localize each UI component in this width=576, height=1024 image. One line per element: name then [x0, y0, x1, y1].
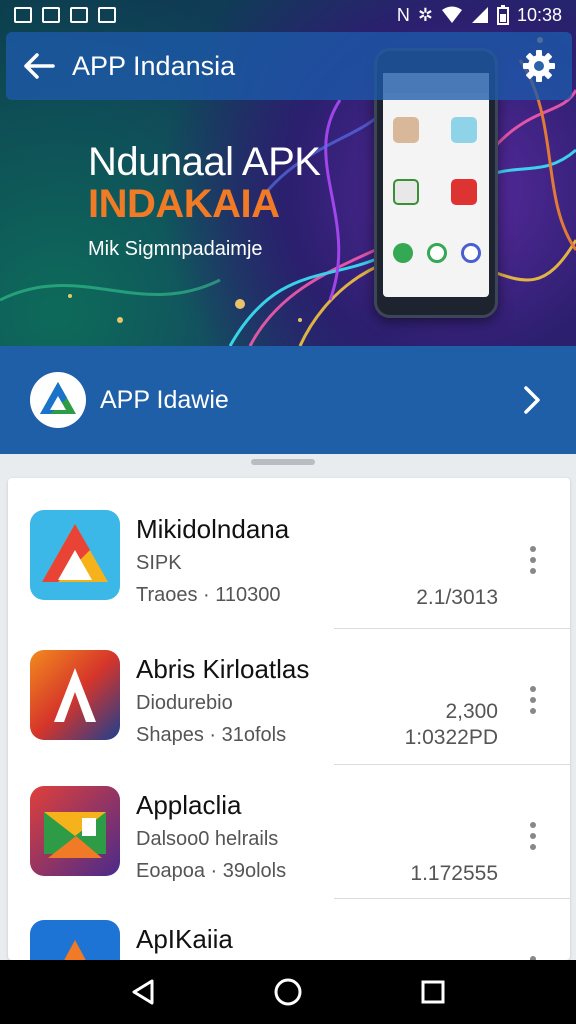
list-item[interactable]: Applaclia Dalsoo0 helrails Eoapoa · 39ol…	[8, 754, 570, 890]
app-name: Applaclia	[136, 790, 242, 820]
wifi-icon	[441, 6, 462, 23]
battery-icon	[496, 5, 509, 25]
app-bar: APP Indansia	[6, 32, 572, 100]
app-list: Mikidolndana SIPK Traoes · 110300 2.1/30…	[8, 478, 570, 960]
app-name: Abris Kirloatlas	[136, 654, 310, 684]
app-value-secondary: 1:0322PD	[404, 726, 498, 749]
list-item[interactable]: Abris Kirloatlas Diodurebio Shapes · 31o…	[8, 618, 570, 754]
phone-screen	[383, 73, 489, 297]
status-bar: N ✲ 10:38	[0, 0, 576, 30]
nav-back-icon	[132, 979, 154, 1005]
chevron-right-icon	[524, 386, 540, 414]
hero-title-line2: INDAKAIA	[88, 182, 280, 226]
app-meta: Traoes · 110300	[136, 584, 281, 606]
nav-home-button[interactable]	[258, 962, 318, 1022]
more-options-button[interactable]	[518, 542, 548, 578]
image-notification-icon	[14, 7, 32, 23]
hero-subtitle: Mik Sigmnpadaimje	[88, 238, 263, 260]
app-icon	[30, 786, 120, 876]
app-icon	[30, 650, 120, 740]
app-value: 1.172555	[410, 862, 498, 885]
list-item[interactable]: Mikidolndana SIPK Traoes · 110300 2.1/30…	[8, 478, 570, 614]
app-value-primary: 2,300	[445, 700, 498, 723]
nav-recents-button[interactable]	[403, 962, 463, 1022]
nav-home-icon	[274, 978, 302, 1006]
featured-app-banner[interactable]: APP Idawie	[0, 346, 576, 454]
image-notification-icon	[42, 7, 60, 23]
app-name: Mikidolndana	[136, 514, 290, 544]
featured-app-open-button[interactable]	[502, 370, 562, 430]
page-title: APP Indansia	[72, 50, 236, 81]
system-navigation-bar	[0, 960, 576, 1024]
list-item[interactable]: ApIKaiia	[8, 888, 570, 960]
hero-title-line1: Ndunaal APK	[88, 140, 321, 184]
more-options-button[interactable]	[518, 952, 548, 960]
app-subtitle: Dalsoo0 helrails	[136, 828, 279, 850]
triangle-app-icon	[30, 920, 120, 960]
arrow-left-icon	[24, 53, 55, 79]
app-icon	[30, 510, 120, 600]
featured-app-logo	[30, 372, 86, 428]
featured-app-label: APP Idawie	[100, 385, 229, 414]
hero-banner: N ✲ 10:38 Ndunaal APK INDAKAIA Mik Sigmn…	[0, 0, 576, 346]
photo-notification-icon	[70, 7, 88, 23]
app-subtitle: SIPK	[136, 552, 182, 574]
app-name: ApIKaiia	[136, 924, 233, 954]
triangle-app-icon	[30, 510, 120, 600]
gallery-notification-icon	[98, 7, 116, 23]
envelope-app-icon	[30, 786, 120, 876]
more-options-button[interactable]	[518, 818, 548, 854]
nfc-icon: N	[396, 4, 410, 25]
signal-icon	[471, 7, 488, 23]
notification-icons	[14, 7, 116, 23]
app-icon	[30, 920, 120, 960]
gear-icon	[523, 50, 555, 82]
clock: 10:38	[516, 4, 562, 25]
back-button[interactable]	[6, 32, 72, 100]
drag-handle[interactable]	[251, 459, 315, 465]
nav-recents-icon	[421, 980, 445, 1004]
app-subtitle: Diodurebio	[136, 692, 233, 714]
settings-status-icon: ✲	[417, 4, 433, 25]
app-meta: Shapes · 31ofols	[136, 724, 287, 746]
app-logo-icon	[40, 382, 76, 414]
nav-back-button[interactable]	[113, 962, 173, 1022]
settings-button[interactable]	[506, 32, 572, 100]
app-meta: Eoapoa · 39olols	[136, 860, 287, 882]
arrow-up-app-icon	[30, 650, 120, 740]
more-options-button[interactable]	[518, 682, 548, 718]
app-value: 2.1/3013	[416, 586, 498, 609]
